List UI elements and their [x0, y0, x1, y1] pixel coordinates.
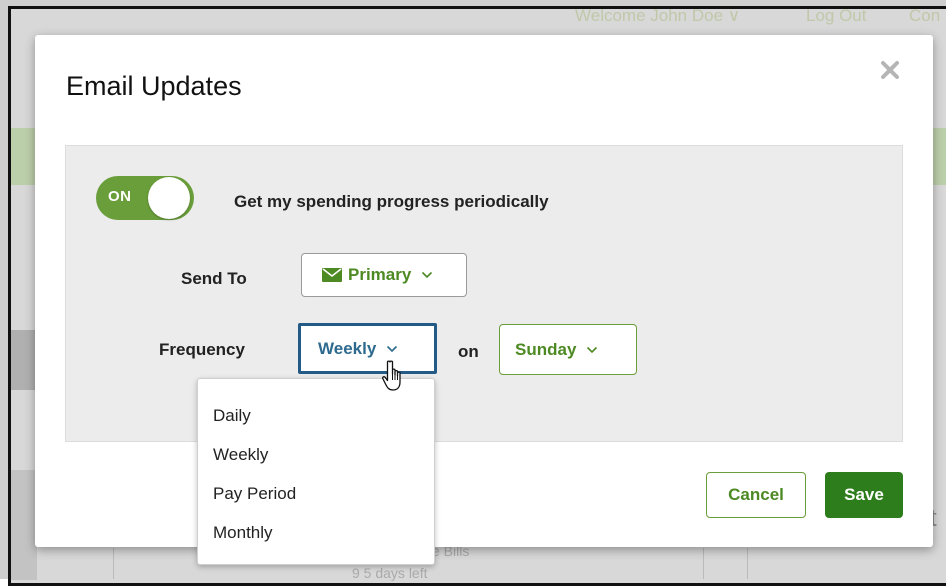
background-divider — [747, 548, 748, 579]
frequency-option-pay-period[interactable]: Pay Period — [213, 484, 296, 504]
background-side-panel-lower — [11, 470, 37, 580]
on-label: on — [458, 342, 479, 361]
cancel-button[interactable]: Cancel — [706, 472, 806, 518]
background-divider — [703, 548, 704, 579]
background-side-panel — [11, 330, 37, 390]
frequency-dropdown-menu: Daily Weekly Pay Period Monthly — [197, 378, 435, 565]
background-divider — [113, 548, 114, 579]
close-icon[interactable] — [878, 58, 902, 82]
settings-panel: ON Get my spending progress periodically… — [65, 145, 903, 442]
send-to-label: Send To — [181, 269, 247, 288]
day-select[interactable]: Sunday — [499, 324, 637, 375]
save-button[interactable]: Save — [825, 472, 903, 518]
chevron-down-icon — [387, 345, 398, 352]
chevron-down-icon — [422, 271, 433, 279]
toggle-description: Get my spending progress periodically — [234, 192, 549, 211]
logout-link: Log Out — [806, 6, 867, 25]
frequency-value: Weekly — [318, 338, 377, 358]
frequency-option-monthly[interactable]: Monthly — [213, 523, 273, 543]
toggle-knob — [148, 177, 190, 219]
frequency-select[interactable]: Weekly — [298, 323, 437, 374]
send-to-select[interactable]: Primary — [301, 253, 467, 297]
day-value: Sunday — [515, 339, 577, 359]
email-updates-toggle[interactable]: ON — [96, 176, 194, 220]
frequency-option-daily[interactable]: Daily — [213, 406, 251, 426]
modal-title: Email Updates — [66, 71, 242, 101]
welcome-menu: Welcome John Doe ∨ — [575, 6, 741, 25]
hand-cursor-icon — [382, 360, 401, 391]
toggle-state-label: ON — [108, 188, 132, 205]
background-lower-area — [37, 548, 946, 579]
frequency-option-weekly[interactable]: Weekly — [213, 445, 268, 465]
envelope-icon — [322, 268, 342, 282]
email-updates-modal: Email Updates ON Get my spending progres… — [35, 35, 933, 547]
contact-link: Con — [909, 6, 941, 25]
chevron-down-icon — [587, 346, 598, 353]
send-to-value: Primary — [348, 265, 412, 284]
frequency-label: Frequency — [159, 340, 245, 359]
